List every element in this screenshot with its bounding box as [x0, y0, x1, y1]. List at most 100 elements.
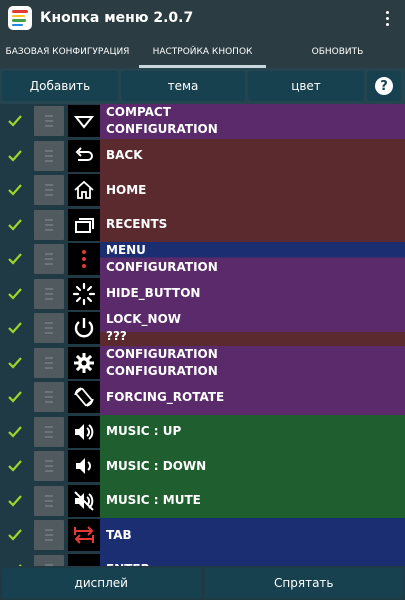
drag-handle-icon[interactable]: [34, 554, 64, 566]
button-label[interactable]: TAB: [100, 518, 405, 553]
button-label[interactable]: MUSIC : DOWN: [100, 449, 405, 484]
button-row[interactable]: BACK: [0, 138, 405, 173]
volume-mute-icon[interactable]: [68, 484, 100, 517]
button-label-line: ???: [106, 329, 127, 344]
add-button[interactable]: Добавить: [2, 71, 118, 101]
row-controls: [0, 138, 100, 173]
tab-update[interactable]: ОБНОВИТЬ: [270, 36, 405, 68]
button-list[interactable]: COMPACT CONFIGURATION BACK HOME RECENTS M…: [0, 104, 405, 566]
row-controls: [0, 552, 100, 566]
drag-handle-icon[interactable]: [34, 106, 64, 137]
button-label-line: MUSIC : MUTE: [106, 493, 201, 508]
caret-down-icon[interactable]: [68, 105, 100, 138]
drag-handle-icon[interactable]: [34, 244, 64, 275]
row-controls: [0, 483, 100, 518]
button-label[interactable]: HIDE_BUTTON: [100, 276, 405, 311]
enable-checkbox[interactable]: [0, 389, 30, 405]
enable-checkbox[interactable]: [0, 493, 30, 509]
button-label[interactable]: MUSIC : UP: [100, 414, 405, 449]
button-row[interactable]: TAB: [0, 518, 405, 553]
button-label[interactable]: RECENTS: [100, 207, 405, 242]
button-label[interactable]: LOCK_NOW???: [100, 311, 405, 346]
button-row[interactable]: COMPACT CONFIGURATION: [0, 104, 405, 139]
row-controls: [0, 242, 100, 277]
recents-icon[interactable]: [68, 208, 100, 241]
row-controls: [0, 449, 100, 484]
enable-checkbox[interactable]: [0, 286, 30, 302]
enable-checkbox[interactable]: [0, 424, 30, 440]
tab-icon[interactable]: [68, 519, 100, 552]
button-label-line: HIDE_BUTTON: [106, 286, 201, 301]
drag-handle-icon[interactable]: [34, 209, 64, 240]
drag-handle-icon[interactable]: [34, 313, 64, 344]
rotate-icon[interactable]: [68, 381, 100, 414]
spinner-icon[interactable]: [68, 277, 100, 310]
button-row[interactable]: MUSIC : MUTE: [0, 483, 405, 518]
button-row[interactable]: FORCING_ROTATE: [0, 380, 405, 415]
button-row[interactable]: CONFIGURATION CONFIGURATION: [0, 345, 405, 380]
enable-checkbox[interactable]: [0, 355, 30, 371]
enable-checkbox[interactable]: [0, 458, 30, 474]
button-label[interactable]: CONFIGURATION CONFIGURATION: [100, 345, 405, 380]
row-controls: [0, 518, 100, 553]
enable-checkbox[interactable]: [0, 113, 30, 129]
help-icon: ?: [375, 77, 393, 95]
enable-checkbox[interactable]: [0, 527, 30, 543]
back-icon[interactable]: [68, 139, 100, 172]
drag-handle-icon[interactable]: [34, 451, 64, 482]
action-bar: Добавить тема цвет ?: [0, 68, 405, 104]
tab-bar: БАЗОВАЯ КОНФИГУРАЦИЯ НАСТРОЙКА КНОПОК ОБ…: [0, 36, 405, 68]
enable-checkbox[interactable]: [0, 148, 30, 164]
power-icon[interactable]: [68, 312, 100, 345]
overflow-menu-icon[interactable]: [377, 4, 397, 32]
button-row[interactable]: MUSIC : UP: [0, 414, 405, 449]
button-label[interactable]: HOME: [100, 173, 405, 208]
hide-button[interactable]: Спрятать: [204, 568, 403, 598]
drag-handle-icon[interactable]: [34, 140, 64, 171]
theme-button[interactable]: тема: [121, 71, 245, 101]
drag-handle-icon[interactable]: [34, 520, 64, 551]
button-row[interactable]: HOME: [0, 173, 405, 208]
enable-checkbox[interactable]: [0, 217, 30, 233]
row-controls: [0, 207, 100, 242]
display-button[interactable]: дисплей: [2, 568, 201, 598]
menu-dots-icon[interactable]: [68, 243, 100, 276]
enable-checkbox[interactable]: [0, 182, 30, 198]
button-row[interactable]: RECENTS: [0, 207, 405, 242]
row-controls: [0, 311, 100, 346]
drag-handle-icon[interactable]: [34, 347, 64, 378]
enable-checkbox[interactable]: [0, 320, 30, 336]
drag-handle-icon[interactable]: [34, 416, 64, 447]
button-label-line: COMPACT: [106, 105, 171, 120]
home-icon[interactable]: [68, 174, 100, 207]
drag-handle-icon[interactable]: [34, 175, 64, 206]
button-label[interactable]: MENU CONFIGURATION: [100, 242, 405, 277]
button-label[interactable]: MUSIC : MUTE: [100, 483, 405, 518]
button-label[interactable]: COMPACT CONFIGURATION: [100, 104, 405, 139]
volume-down-icon[interactable]: [68, 450, 100, 483]
button-row[interactable]: ENTER: [0, 552, 405, 566]
button-label[interactable]: BACK: [100, 138, 405, 173]
button-label-line: MENU: [106, 243, 146, 258]
button-label-line: MUSIC : DOWN: [106, 458, 207, 473]
tab-button-settings[interactable]: НАСТРОЙКА КНОПОК: [135, 36, 270, 68]
button-row[interactable]: MUSIC : DOWN: [0, 449, 405, 484]
drag-handle-icon[interactable]: [34, 278, 64, 309]
app-bar: Кнопка меню 2.0.7: [0, 0, 405, 36]
button-label[interactable]: FORCING_ROTATE: [100, 380, 405, 415]
gear-icon[interactable]: [68, 346, 100, 379]
volume-up-icon[interactable]: [68, 415, 100, 448]
help-button[interactable]: ?: [367, 71, 401, 101]
button-row[interactable]: LOCK_NOW???: [0, 311, 405, 346]
button-row[interactable]: MENU CONFIGURATION: [0, 242, 405, 277]
enable-checkbox[interactable]: [0, 251, 30, 267]
drag-handle-icon[interactable]: [34, 382, 64, 413]
button-label-line: CONFIGURATION: [106, 363, 218, 378]
partial-icon[interactable]: [68, 553, 100, 566]
color-button[interactable]: цвет: [248, 71, 364, 101]
drag-handle-icon[interactable]: [34, 485, 64, 516]
button-row[interactable]: HIDE_BUTTON: [0, 276, 405, 311]
button-label[interactable]: ENTER: [100, 552, 405, 566]
button-label-line: RECENTS: [106, 217, 168, 232]
tab-basic-configuration[interactable]: БАЗОВАЯ КОНФИГУРАЦИЯ: [0, 36, 135, 68]
